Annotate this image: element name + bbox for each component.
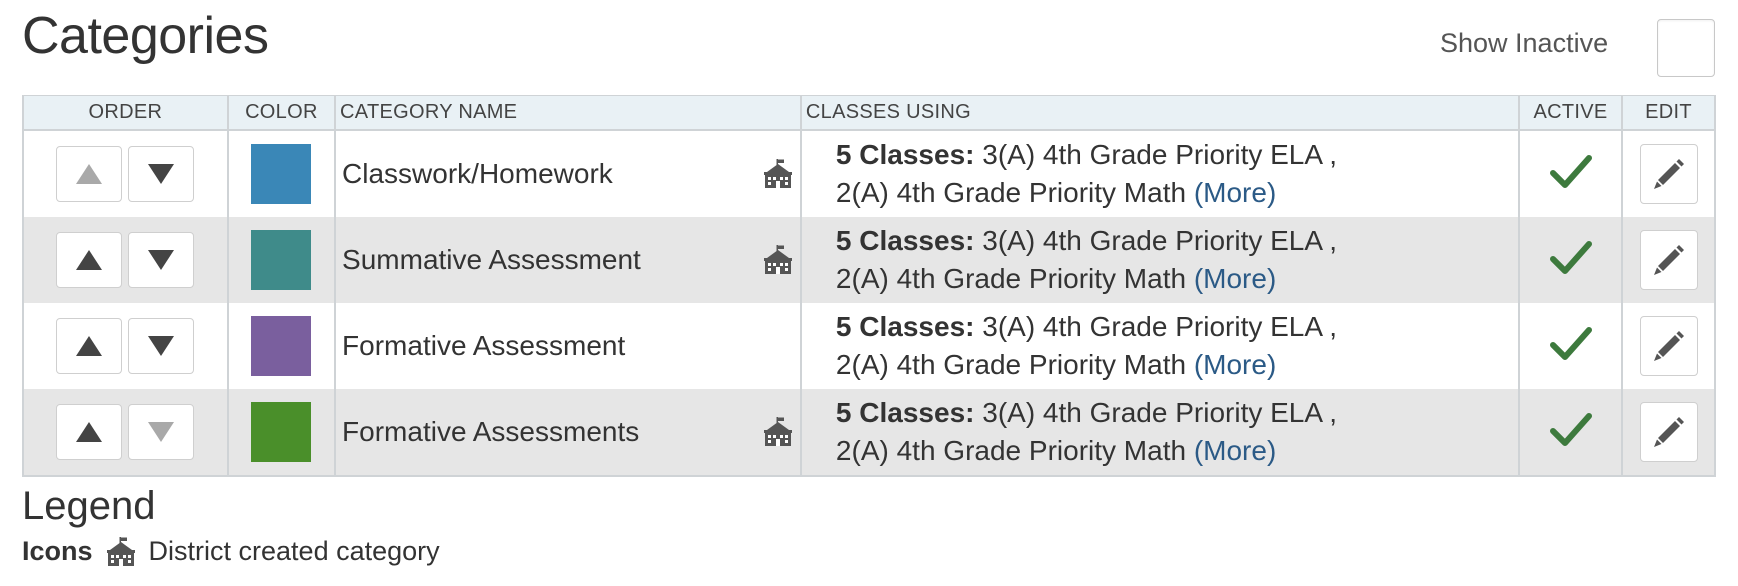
name-cell: Classwork/Homework bbox=[334, 130, 802, 217]
color-swatch bbox=[251, 316, 312, 376]
table-header-row: ORDER COLOR CATEGORY NAME CLASSES USING … bbox=[22, 95, 1716, 131]
checkmark-icon bbox=[1549, 154, 1592, 188]
checkmark-icon bbox=[1549, 240, 1592, 274]
legend-title: Legend bbox=[22, 484, 156, 528]
move-up-button[interactable] bbox=[56, 146, 123, 202]
school-building-icon bbox=[763, 245, 792, 274]
more-link[interactable]: (More) bbox=[1194, 349, 1276, 380]
active-cell bbox=[1518, 130, 1623, 217]
classes-count: 5 Classes: bbox=[835, 311, 975, 342]
table-row: Classwork/Homework 5 Classes: 3(A) 4th Gr… bbox=[22, 130, 1716, 217]
classes-count: 5 Classes: bbox=[835, 397, 975, 428]
header-order: ORDER bbox=[22, 95, 229, 131]
edit-cell bbox=[1621, 303, 1716, 389]
arrow-down-icon bbox=[148, 164, 175, 184]
name-cell: Summative Assessment bbox=[334, 217, 802, 303]
category-name: Formative Assessment bbox=[342, 330, 626, 361]
classes-line-2: 2(A) 4th Grade Priority Math bbox=[835, 349, 1187, 380]
header-classes-using: CLASSES USING bbox=[799, 95, 1521, 131]
classes-count: 5 Classes: bbox=[835, 225, 975, 256]
classes-count: 5 Classes: bbox=[835, 139, 975, 170]
move-down-button[interactable] bbox=[128, 232, 195, 288]
arrow-up-icon bbox=[76, 164, 103, 184]
pencil-icon bbox=[1653, 159, 1684, 189]
order-cell bbox=[22, 303, 229, 389]
classes-line-1: 3(A) 4th Grade Priority ELA , bbox=[982, 311, 1338, 342]
arrow-up-icon bbox=[76, 422, 103, 442]
classes-using-cell: 5 Classes: 3(A) 4th Grade Priority ELA ,… bbox=[799, 389, 1521, 477]
color-swatch bbox=[251, 230, 312, 290]
categories-table: ORDER COLOR CATEGORY NAME CLASSES USING … bbox=[22, 95, 1716, 477]
color-cell bbox=[226, 303, 337, 389]
move-up-button[interactable] bbox=[56, 232, 123, 288]
table-row: Formative Assessments 5 Classes: 3(A) 4th… bbox=[22, 389, 1716, 477]
pencil-icon bbox=[1653, 245, 1684, 275]
classes-using-cell: 5 Classes: 3(A) 4th Grade Priority ELA ,… bbox=[799, 130, 1521, 217]
arrow-down-icon bbox=[148, 336, 175, 356]
more-link[interactable]: (More) bbox=[1194, 263, 1276, 294]
classes-line-1: 3(A) 4th Grade Priority ELA , bbox=[982, 397, 1338, 428]
edit-button[interactable] bbox=[1639, 230, 1698, 290]
classes-using-cell: 5 Classes: 3(A) 4th Grade Priority ELA ,… bbox=[799, 303, 1521, 389]
color-cell bbox=[226, 130, 337, 217]
header-category-name: CATEGORY NAME bbox=[334, 95, 802, 131]
edit-button[interactable] bbox=[1639, 144, 1698, 204]
arrow-up-icon bbox=[76, 336, 103, 356]
order-cell bbox=[22, 389, 229, 477]
classes-using-cell: 5 Classes: 3(A) 4th Grade Priority ELA ,… bbox=[799, 217, 1521, 303]
arrow-down-icon bbox=[148, 422, 175, 442]
show-inactive-label: Show Inactive bbox=[1440, 28, 1609, 58]
classes-line-2: 2(A) 4th Grade Priority Math bbox=[835, 263, 1187, 294]
edit-cell bbox=[1621, 130, 1716, 217]
pencil-icon bbox=[1653, 331, 1684, 361]
legend-icons-label: Icons bbox=[22, 536, 93, 566]
active-cell bbox=[1518, 217, 1623, 303]
order-cell bbox=[22, 217, 229, 303]
checkmark-icon bbox=[1549, 326, 1592, 360]
category-name: Summative Assessment bbox=[342, 244, 641, 275]
classes-line-1: 3(A) 4th Grade Priority ELA , bbox=[982, 225, 1338, 256]
move-up-button[interactable] bbox=[56, 404, 123, 460]
header-color: COLOR bbox=[226, 95, 337, 131]
legend-district-text: District created category bbox=[148, 536, 440, 566]
color-cell bbox=[226, 217, 337, 303]
move-down-button[interactable] bbox=[128, 318, 195, 374]
active-cell bbox=[1518, 303, 1623, 389]
move-down-button[interactable] bbox=[128, 146, 195, 202]
classes-line-1: 3(A) 4th Grade Priority ELA , bbox=[982, 139, 1338, 170]
edit-cell bbox=[1621, 217, 1716, 303]
header-edit: EDIT bbox=[1621, 95, 1716, 131]
classes-line-2: 2(A) 4th Grade Priority Math bbox=[835, 177, 1187, 208]
page-title: Categories bbox=[22, 7, 269, 65]
arrow-up-icon bbox=[76, 250, 103, 270]
edit-cell bbox=[1621, 389, 1716, 477]
name-cell: Formative Assessments bbox=[334, 389, 802, 477]
edit-button[interactable] bbox=[1639, 402, 1698, 462]
checkmark-icon bbox=[1549, 412, 1592, 446]
pencil-icon bbox=[1653, 417, 1684, 447]
school-building-icon bbox=[763, 417, 792, 446]
table-row: Formative Assessment 5 Classes: 3(A) 4th … bbox=[22, 303, 1716, 389]
move-up-button[interactable] bbox=[56, 318, 123, 374]
school-building-icon bbox=[106, 536, 135, 566]
category-name: Formative Assessments bbox=[342, 416, 640, 447]
active-cell bbox=[1518, 389, 1623, 477]
arrow-down-icon bbox=[148, 250, 175, 270]
classes-line-2: 2(A) 4th Grade Priority Math bbox=[835, 435, 1187, 466]
name-cell: Formative Assessment bbox=[334, 303, 802, 389]
move-down-button[interactable] bbox=[128, 404, 195, 460]
header-active: ACTIVE bbox=[1518, 95, 1623, 131]
color-swatch bbox=[251, 144, 312, 204]
table-row: Summative Assessment 5 Classes: 3(A) 4th … bbox=[22, 217, 1716, 303]
more-link[interactable]: (More) bbox=[1194, 435, 1276, 466]
edit-button[interactable] bbox=[1639, 316, 1698, 376]
color-cell bbox=[226, 389, 337, 477]
more-link[interactable]: (More) bbox=[1194, 177, 1276, 208]
color-swatch bbox=[251, 402, 312, 462]
category-name: Classwork/Homework bbox=[342, 158, 613, 189]
show-inactive-checkbox[interactable] bbox=[1657, 19, 1715, 77]
school-building-icon bbox=[763, 159, 792, 188]
legend-row: Icons District created category bbox=[22, 536, 440, 567]
order-cell bbox=[22, 130, 229, 217]
